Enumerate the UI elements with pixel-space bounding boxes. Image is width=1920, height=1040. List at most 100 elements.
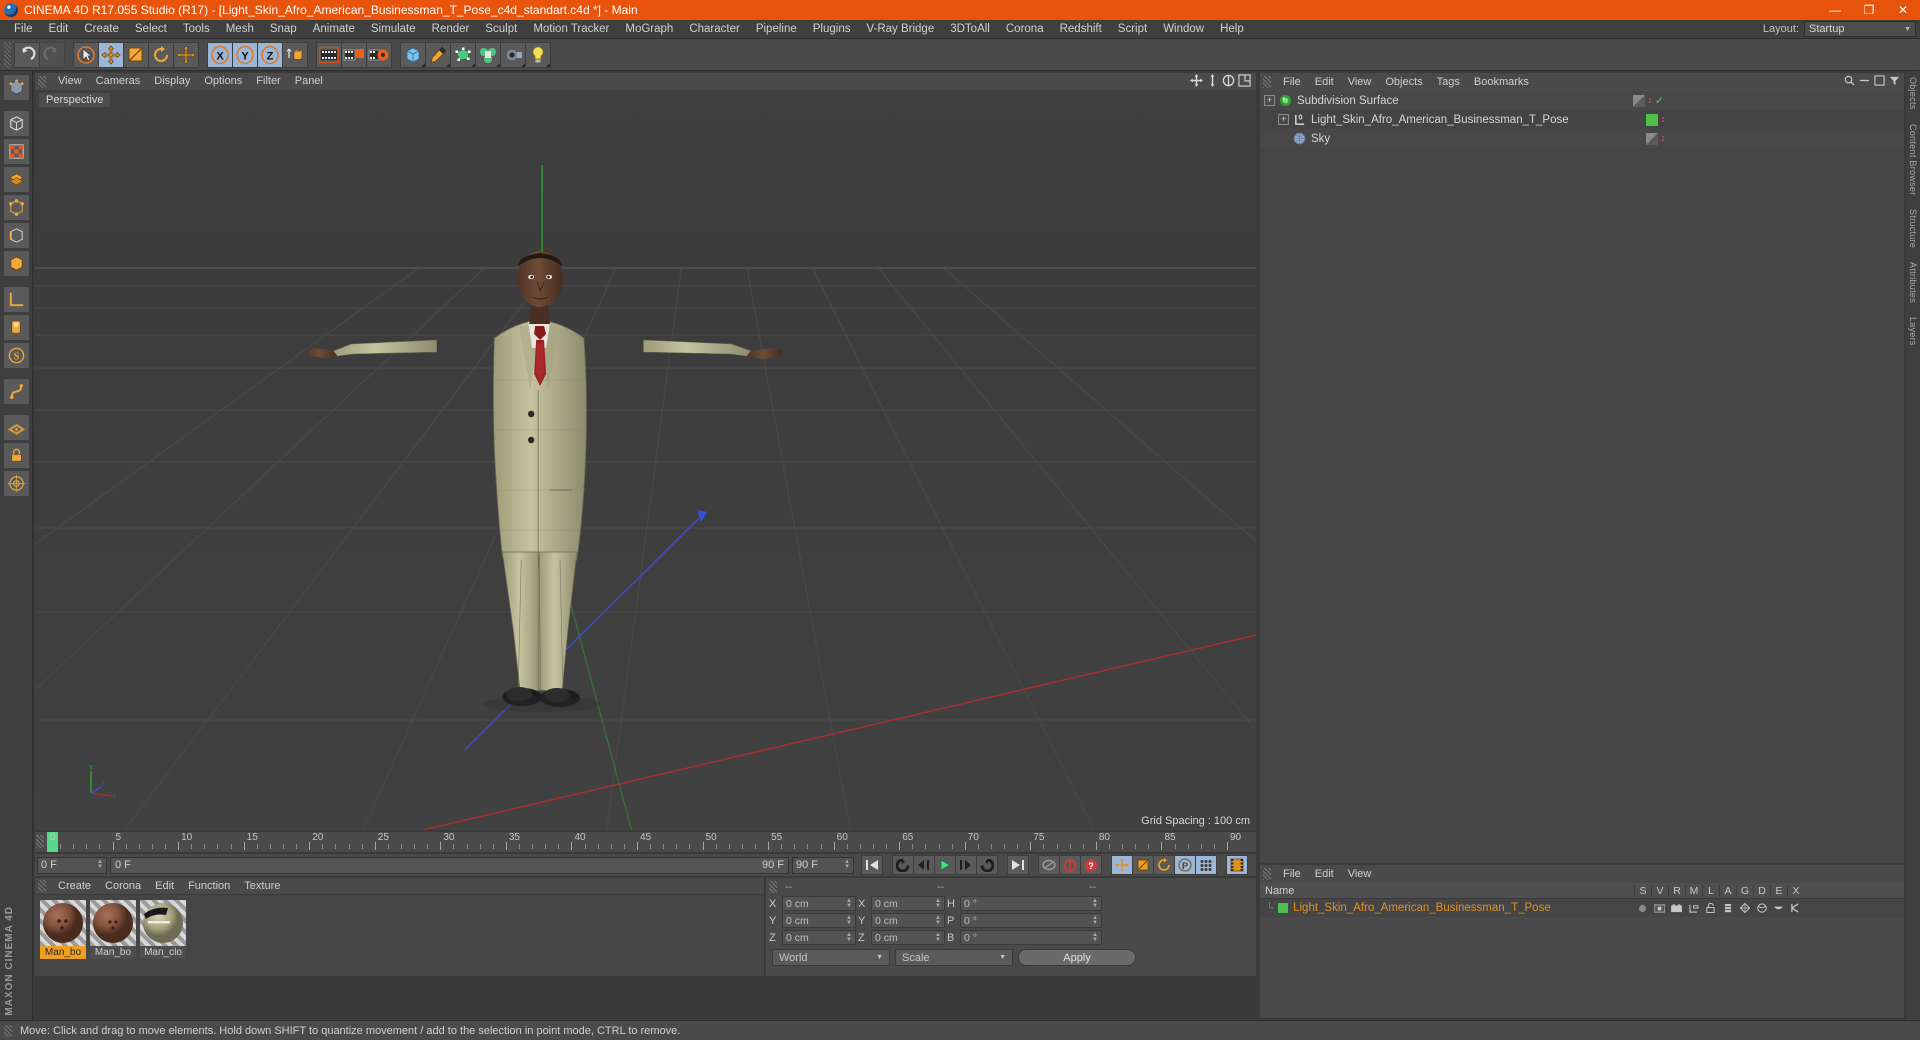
object-menu-bookmarks[interactable]: Bookmarks	[1467, 73, 1536, 91]
add-cube-button[interactable]	[400, 41, 426, 68]
maximize-viewport-icon[interactable]	[1238, 73, 1251, 90]
point-mode-button[interactable]	[2, 194, 30, 221]
layer-cell-x[interactable]	[1787, 903, 1804, 913]
material-menu-function[interactable]: Function	[181, 878, 237, 895]
viewport-menu-filter[interactable]: Filter	[249, 73, 287, 90]
stepper-icon[interactable]: ▲ ▼	[846, 932, 852, 943]
material-menu-edit[interactable]: Edit	[148, 878, 181, 895]
stepper-icon[interactable]: ▲ ▼	[935, 932, 941, 943]
layer-cell-l[interactable]	[1702, 903, 1719, 913]
menu-item-tools[interactable]: Tools	[175, 20, 218, 39]
material-item[interactable]: Man_bo	[40, 900, 86, 959]
rotate-tool-button[interactable]	[148, 41, 174, 68]
object-tree-row[interactable]: + Subdivision Surface ✓	[1260, 91, 1904, 110]
go-to-next-key-button[interactable]	[976, 855, 998, 875]
menu-item-mograph[interactable]: MoGraph	[617, 20, 681, 39]
edge-tab-content-browser[interactable]: Content Browser	[1908, 124, 1918, 196]
collapse-icon[interactable]	[1859, 75, 1870, 89]
move-secondary-button[interactable]	[173, 41, 199, 68]
record-scale-button[interactable]	[1132, 855, 1154, 875]
go-to-start-button[interactable]	[861, 855, 883, 875]
keyframe-selection-button[interactable]: ?	[1080, 855, 1102, 875]
apply-button[interactable]: Apply	[1018, 949, 1136, 966]
menu-item-edit[interactable]: Edit	[41, 20, 77, 39]
polygon-select-mode-button[interactable]	[2, 250, 30, 277]
stepper-icon[interactable]: ▲ ▼	[935, 898, 941, 909]
object-tree[interactable]: + Subdivision Surface ✓ +0 Light_Skin_Afro_A…	[1260, 91, 1904, 863]
menu-item-create[interactable]: Create	[76, 20, 127, 39]
viewport-menu-options[interactable]: Options	[197, 73, 249, 90]
current-frame-field[interactable]: 0 F ▲ ▼	[37, 856, 107, 874]
search-icon[interactable]	[1844, 75, 1855, 89]
timeline-grip[interactable]	[36, 835, 44, 848]
redo-button[interactable]	[39, 41, 65, 68]
object-tree-row[interactable]: +Sky	[1260, 129, 1904, 148]
material-menu-corona[interactable]: Corona	[98, 878, 148, 895]
stepper-icon[interactable]: ▲ ▼	[1092, 932, 1098, 943]
coord-field-rot-b[interactable]: 0 ° ▲ ▼	[960, 930, 1102, 945]
world-object-coordinate-button[interactable]	[282, 41, 308, 68]
workplane-button[interactable]	[2, 414, 30, 441]
viewport-menu-view[interactable]: View	[51, 73, 89, 90]
record-active-objects-button[interactable]	[1059, 855, 1081, 875]
play-backwards-button[interactable]	[913, 855, 935, 875]
object-menu-edit[interactable]: Edit	[1308, 73, 1341, 91]
material-menu-texture[interactable]: Texture	[237, 878, 287, 895]
menu-item-motion-tracker[interactable]: Motion Tracker	[525, 20, 617, 39]
texture-mode-button[interactable]	[2, 138, 30, 165]
menu-item-render[interactable]: Render	[424, 20, 478, 39]
move-tool-button[interactable]	[98, 41, 124, 68]
x-axis-lock-button[interactable]: X	[207, 41, 233, 68]
layer-color-swatch[interactable]	[1278, 903, 1289, 913]
status-bar-grip[interactable]	[4, 1024, 12, 1037]
timeline-filmstrip-button[interactable]	[1226, 855, 1248, 875]
stepper-icon[interactable]: ▲ ▼	[935, 915, 941, 926]
play-button[interactable]	[934, 855, 956, 875]
coord-field-pos-x[interactable]: 0 cm ▲ ▼	[782, 896, 856, 911]
enable-axis-modification-button[interactable]	[2, 286, 30, 313]
viewport-solo-button[interactable]	[2, 314, 30, 341]
go-to-previous-key-button[interactable]	[892, 855, 914, 875]
menu-item-sculpt[interactable]: Sculpt	[477, 20, 525, 39]
object-menu-view[interactable]: View	[1341, 73, 1379, 91]
object-manager-grip[interactable]	[1263, 76, 1271, 88]
object-visibility-dots[interactable]	[1662, 136, 1664, 141]
coord-field-size-y[interactable]: 0 cm ▲ ▼	[871, 913, 945, 928]
snap-button[interactable]	[2, 378, 30, 405]
stepper-icon[interactable]: ▲ ▼	[844, 859, 850, 870]
live-selection-tool-button[interactable]	[73, 41, 99, 68]
autokey-button[interactable]	[1038, 855, 1060, 875]
polygon-mode-button[interactable]	[2, 166, 30, 193]
workplane-mode-button[interactable]	[2, 470, 30, 497]
coord-field-size-x[interactable]: 0 cm ▲ ▼	[871, 896, 945, 911]
menu-item-mesh[interactable]: Mesh	[218, 20, 262, 39]
edge-tab-structure[interactable]: Structure	[1908, 209, 1918, 248]
3d-viewport[interactable]: Perspective Y X Z Grid Spacing: 100 cm	[35, 90, 1256, 830]
y-axis-lock-button[interactable]: Y	[232, 41, 258, 68]
coord-field-rot-p[interactable]: 0 ° ▲ ▼	[960, 913, 1102, 928]
minimize-button[interactable]: —	[1818, 0, 1852, 20]
stepper-icon[interactable]: ▲ ▼	[1092, 915, 1098, 926]
object-visibility-dots[interactable]	[1648, 98, 1651, 103]
toolbar-grip[interactable]	[4, 41, 11, 68]
menu-item-character[interactable]: Character	[681, 20, 748, 39]
scale-tool-button[interactable]	[123, 41, 149, 68]
menu-item-3dtoall[interactable]: 3DToAll	[942, 20, 998, 39]
stepper-icon[interactable]: ▲ ▼	[846, 915, 852, 926]
menu-item-script[interactable]: Script	[1110, 20, 1155, 39]
make-editable-button[interactable]	[2, 74, 30, 101]
menu-item-vray-bridge[interactable]: V-Ray Bridge	[858, 20, 942, 39]
close-button[interactable]: ✕	[1886, 0, 1920, 20]
rotate-view-icon[interactable]	[1222, 74, 1235, 90]
tree-expand-toggle[interactable]: +	[1278, 114, 1289, 125]
undo-button[interactable]	[14, 41, 40, 68]
lock-selection-button[interactable]: S	[2, 342, 30, 369]
menu-item-window[interactable]: Window	[1155, 20, 1212, 39]
coord-field-pos-z[interactable]: 0 cm ▲ ▼	[782, 930, 856, 945]
layer-menu-view[interactable]: View	[1341, 865, 1379, 883]
coord-field-size-z[interactable]: 0 cm ▲ ▼	[871, 930, 945, 945]
object-menu-objects[interactable]: Objects	[1378, 73, 1429, 91]
menu-item-simulate[interactable]: Simulate	[363, 20, 424, 39]
render-settings-button[interactable]	[366, 41, 392, 68]
expand-icon[interactable]	[1874, 75, 1885, 89]
